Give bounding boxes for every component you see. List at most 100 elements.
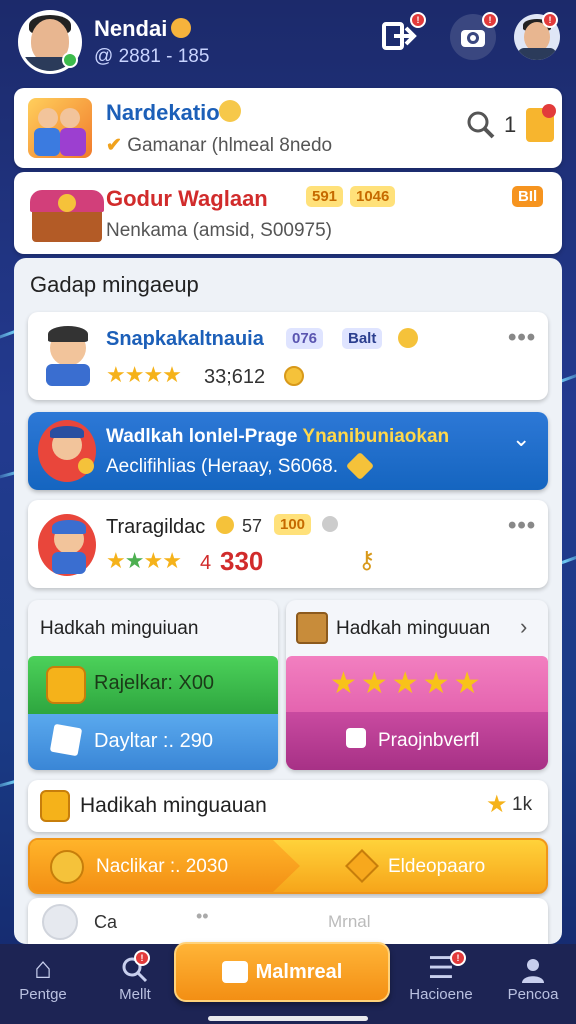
reward-action-bar[interactable]: Naclikar :. 2030 Eldeopaaro: [28, 838, 548, 894]
partial-list-item[interactable]: Ca •• Mrnal: [28, 898, 548, 944]
green-action-button[interactable]: Rajelkar: X00: [28, 656, 278, 714]
character-avatar-icon: [38, 420, 96, 482]
reward-left-label: Naclikar :. 2030: [96, 856, 229, 877]
feature-card-2[interactable]: Godur Waglaan 591 1046 BIl Nenkama (amsi…: [14, 172, 562, 254]
gift-icon: [346, 728, 366, 748]
item-pill: 100: [274, 514, 312, 535]
user-icon: [488, 952, 576, 986]
user-name: Nendai: [94, 16, 192, 42]
rating-stars-icon: ★★★★: [106, 362, 182, 387]
nav-profile[interactable]: Pencoa: [488, 952, 576, 1003]
button-label: Rajelkar: X00: [94, 672, 215, 694]
key-icon: ⚷: [358, 547, 376, 574]
emoji-icon: [398, 328, 418, 348]
notification-badge: !: [542, 12, 558, 28]
card-title: Nardekatio: [106, 100, 220, 125]
coupon-icon[interactable]: [526, 104, 556, 142]
nav-home[interactable]: ⌂ Pentge: [0, 952, 88, 1003]
dots-icon: ••: [196, 906, 209, 926]
avatar: [42, 904, 78, 940]
coin-icon: [50, 850, 84, 884]
smile-emoji-icon: [219, 100, 241, 122]
emoji-icon: [216, 516, 234, 534]
button-label: Dayltar :. 290: [94, 730, 213, 752]
coin-icon: [284, 366, 304, 386]
status-icon: [322, 516, 338, 532]
item-subtitle: Aeclifihlias (Heraay, S6068.: [106, 456, 338, 477]
nav-news[interactable]: ☰ Hacioene: [396, 952, 486, 1003]
item-title: Traragildac: [106, 516, 206, 538]
treasure-icon: [46, 666, 86, 704]
gem-icon: [345, 849, 379, 883]
notification-badge: !: [450, 950, 466, 966]
notification-badge: !: [134, 950, 150, 966]
feature-card-1[interactable]: Nardekatio ✔ Gamanar (hlmeal 8nedo 1: [14, 88, 562, 168]
center-action-button[interactable]: Malmreal: [174, 942, 390, 1002]
search-icon[interactable]: [466, 110, 496, 147]
more-options-icon[interactable]: •••: [508, 324, 536, 352]
more-options-icon[interactable]: •••: [508, 512, 536, 540]
nav-label: Hacioene: [409, 986, 473, 1003]
check-icon: ✔: [106, 135, 122, 156]
star-icon: ★: [486, 791, 508, 818]
list-item-highlighted[interactable]: Wadlkah lonlel-Prage Ynanibuniaokan Aecl…: [28, 412, 548, 490]
tile-left[interactable]: Hadkah minguiuan Rajelkar: X00 Dayltar :…: [28, 600, 278, 770]
reward-count: 1k: [512, 794, 533, 815]
chevron-down-icon[interactable]: ⌄: [512, 426, 530, 452]
card-title: Godur Waglaan: [106, 186, 268, 211]
tile-right[interactable]: Hadkah minguuan › ★★★★★ Praojnbverfl: [286, 600, 548, 770]
card-subtitle: ✔ Gamanar (hlmeal 8nedo: [106, 135, 333, 156]
card-subtitle: Nenkama (amsid, S00975): [106, 220, 332, 241]
count-label: 1: [504, 112, 517, 137]
list-item[interactable]: Traragildac 57 100 ★★★★ 4 330 ⚷ •••: [28, 500, 548, 588]
badge: 591: [306, 186, 344, 207]
kids-thumbnail-icon: [28, 98, 92, 158]
item-title: Snapkakaltnauia: [106, 328, 264, 350]
nav-label: Mellt: [119, 986, 151, 1003]
notification-badge: !: [482, 12, 498, 28]
reward-right-label: Eldeopaaro: [388, 856, 486, 877]
list-item[interactable]: Snapkakaltnauia 076 Balt ★★★★ 33;612 •••: [28, 312, 548, 400]
nav-label: Pencoa: [507, 986, 559, 1003]
news-icon: ☰: [427, 952, 455, 985]
character-avatar-icon: [38, 324, 96, 386]
badge: 1046: [350, 186, 396, 207]
coin-stack-icon: [40, 790, 70, 822]
section-heading: Gadap mingaeup: [30, 272, 199, 297]
price-label: 330: [220, 546, 264, 576]
treasure-chest-icon: [28, 184, 108, 244]
item-label: Ca: [94, 912, 118, 932]
item-number: 57: [242, 516, 263, 536]
box-icon: [296, 612, 328, 644]
emoji-icon: [171, 18, 192, 38]
badge: BIl: [512, 186, 544, 207]
home-icon: ⌂: [33, 952, 53, 985]
top-header: Nendai @ 2881 - 185 ! ! !: [0, 0, 576, 86]
reward-title: Hadikah minguauan: [80, 794, 267, 817]
blue-action-button[interactable]: Dayltar :. 290: [28, 714, 278, 770]
item-title: Wadlkah lonlel-Prage Ynanibuniaokan: [106, 426, 450, 447]
gift-icon: [345, 451, 375, 481]
button-label: Praojnbverfl: [378, 730, 480, 751]
pink-action-button[interactable]: ★★★★★ Praojnbverfl: [286, 656, 548, 770]
user-id: @ 2881 - 185: [94, 46, 210, 67]
stars-icon: ★★★★★: [330, 667, 485, 700]
item-pill: Balt: [342, 328, 383, 349]
nav-label: Pentge: [19, 986, 67, 1003]
tile-title: Hadkah minguuan: [336, 618, 491, 639]
item-pill: 076: [286, 328, 324, 349]
notification-badge: !: [410, 12, 426, 28]
reward-header: Hadikah minguauan ★ 1k: [28, 780, 548, 832]
item-label: Mrnal: [328, 912, 371, 931]
home-indicator: [208, 1016, 368, 1021]
rating-stars-icon: ★★★★: [106, 548, 182, 573]
center-button-label: Malmreal: [255, 960, 343, 983]
character-avatar-icon: [38, 514, 96, 576]
chevron-right-icon[interactable]: ›: [520, 614, 527, 640]
rating-text: 33;612: [204, 366, 266, 388]
rating-value: 4: [200, 552, 212, 574]
gift-icon: [221, 961, 248, 983]
tile-title: Hadkah minguiuan: [40, 618, 199, 639]
cube-icon: [49, 723, 83, 757]
online-status-icon: [62, 52, 78, 68]
